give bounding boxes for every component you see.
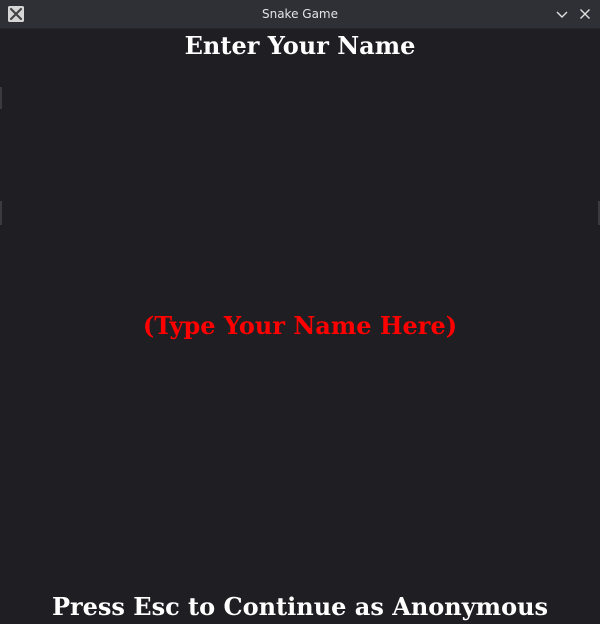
left-edge-divider	[0, 87, 2, 109]
close-icon[interactable]	[577, 6, 593, 22]
name-entry-screen[interactable]: Enter Your Name (Type Your Name Here) Pr…	[0, 29, 600, 624]
title-bar[interactable]: Snake Game	[0, 0, 600, 29]
window-title: Snake Game	[261, 7, 339, 21]
left-edge-divider	[0, 201, 2, 225]
page-title: Enter Your Name	[184, 31, 416, 60]
chevron-down-icon[interactable]	[554, 6, 570, 22]
esc-hint: Press Esc to Continue as Anonymous	[51, 592, 549, 621]
snake-game-window: Snake Game Enter Your Name (Type Your Na…	[0, 0, 600, 624]
name-input[interactable]: (Type Your Name Here)	[0, 310, 600, 342]
